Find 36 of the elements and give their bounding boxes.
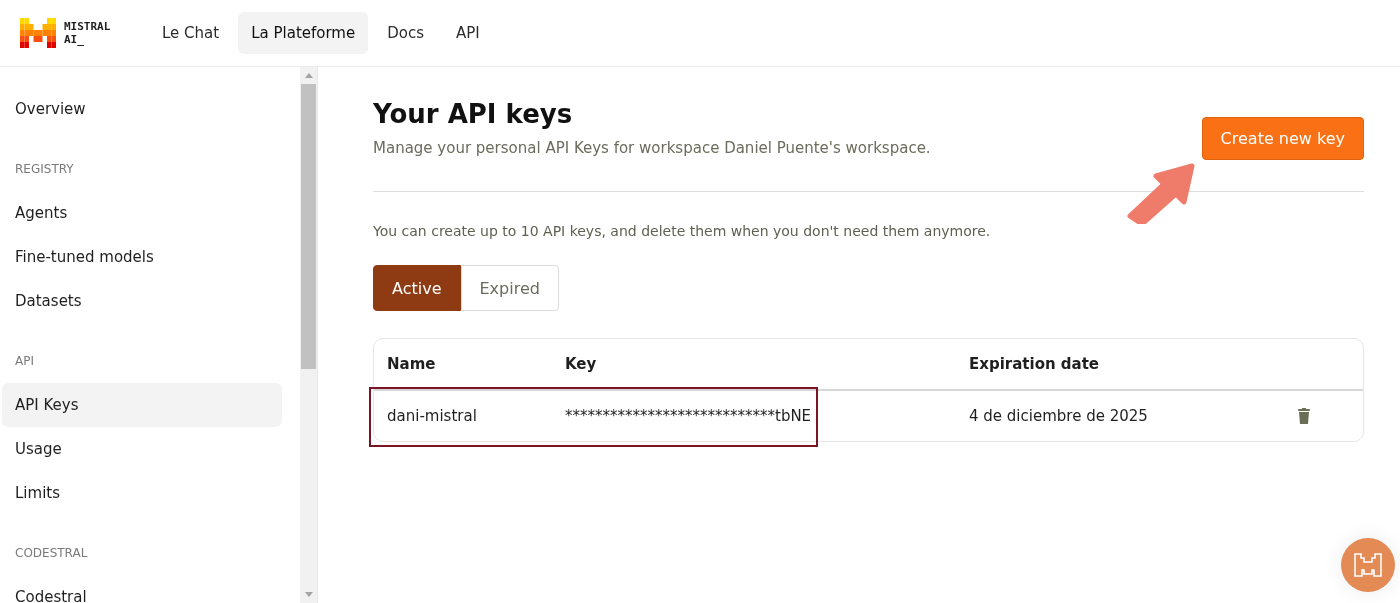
trash-icon[interactable]	[1298, 408, 1310, 424]
sidebar-item[interactable]: API Keys	[2, 383, 282, 427]
table-cell-text: 4 de diciembre de 2025	[968, 407, 1149, 425]
sidebar-item[interactable]: Agents	[2, 191, 282, 235]
page-title: Your API keys	[373, 99, 574, 129]
logo-text: MISTRAL	[64, 20, 111, 33]
scrollbar-thumb[interactable]	[301, 84, 316, 369]
scroll-down-icon[interactable]	[304, 592, 313, 597]
filter-tab[interactable]: Expired	[460, 265, 559, 311]
sidebar-item[interactable]: Overview	[2, 87, 282, 131]
scrollbar[interactable]	[300, 67, 318, 603]
filter-tab[interactable]: Active	[373, 265, 461, 311]
nav-link[interactable]: La Plateforme	[238, 12, 369, 54]
nav-link[interactable]: Le Chat	[149, 12, 233, 54]
page-subtitle: Manage your personal API Keys for workspace Daniel Puente's workspace.	[373, 139, 931, 157]
section-heading: API	[14, 353, 35, 370]
table-cell-text: dani-mistral	[386, 407, 478, 425]
scroll-up-icon[interactable]	[304, 73, 313, 78]
section-heading: CODESTRAL	[14, 545, 89, 562]
sidebar-item[interactable]: Codestral	[2, 575, 282, 603]
sidebar-item[interactable]: Fine-tuned models	[2, 235, 282, 279]
nav-link[interactable]: API	[443, 12, 493, 54]
sidebar-item[interactable]: Limits	[2, 471, 282, 515]
logo-outline-icon	[1353, 552, 1383, 578]
info-text: You can create up to 10 API keys, and delete them when you don't need them anymore.	[373, 223, 992, 239]
section-heading: REGISTRY	[14, 161, 75, 178]
table-cell-text: ****************************tbNE	[564, 407, 813, 425]
logo-icon	[20, 18, 56, 48]
nav-link[interactable]: Docs	[374, 12, 437, 54]
column-header: Expiration date	[968, 355, 1101, 373]
logo-text: AI_	[64, 33, 85, 46]
column-header: Name	[386, 355, 437, 373]
chat-button[interactable]	[1341, 538, 1395, 592]
sidebar-item[interactable]: Usage	[2, 427, 282, 471]
column-header: Key	[564, 355, 598, 373]
sidebar-item[interactable]: Datasets	[2, 279, 282, 323]
